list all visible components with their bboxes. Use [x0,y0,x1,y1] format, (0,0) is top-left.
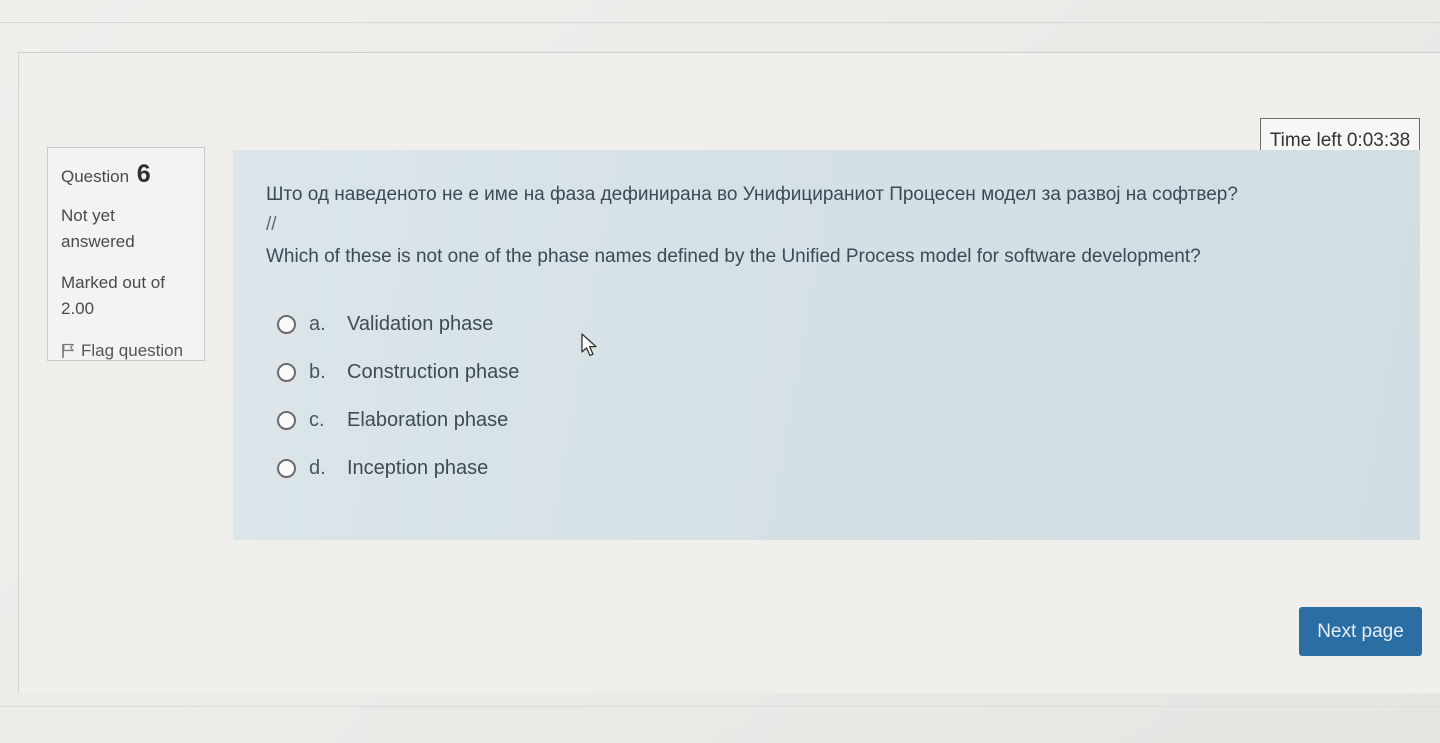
answer-option-b[interactable]: b. Construction phase [266,348,1420,396]
flag-question-button[interactable]: Flag question [61,341,191,361]
question-state: Not yet answered [61,206,135,251]
timer-value: 0:03:38 [1346,130,1411,151]
answer-text: Construction phase [347,360,520,383]
answer-options: a. Validation phase b. Construction phas… [266,300,1420,492]
radio-button[interactable] [277,362,296,382]
question-number: 6 [136,160,151,188]
flag-question-label: Flag question [81,341,184,360]
question-grade: Marked out of 2.00 [61,270,191,322]
question-text: Што од наведеното не е име на фаза дефин… [266,184,1420,268]
bottom-divider [0,706,1440,707]
radio-button[interactable] [277,458,296,478]
top-divider [0,22,1440,23]
question-content: Што од наведеното не е име на фаза дефин… [233,150,1420,540]
next-page-button[interactable]: Next page [1299,607,1422,656]
answer-letter: b. [309,360,326,383]
answer-option-c[interactable]: c. Elaboration phase [266,396,1420,444]
answer-letter: a. [309,312,326,335]
question-info-panel: Question 6 Not yet answered Marked out o… [47,147,205,361]
radio-button[interactable] [277,410,296,430]
answer-letter: c. [309,408,325,431]
answer-option-a[interactable]: a. Validation phase [266,300,1420,348]
question-text-macedonian: Што од наведеното не е име на фаза дефин… [266,184,1238,205]
answer-text: Validation phase [347,312,494,335]
answer-text: Inception phase [347,456,489,479]
flag-icon [62,343,75,358]
grade-label: Marked out of [61,273,165,292]
grade-value: 2.00 [61,299,95,318]
question-text-separator: // [266,214,277,235]
question-label: Question [61,167,130,186]
answer-option-d[interactable]: d. Inception phase [266,444,1420,492]
mouse-pointer-icon [581,333,597,357]
answer-letter: d. [309,456,326,479]
radio-button[interactable] [277,314,296,334]
question-number-line: Question 6 [61,160,191,189]
timer-label: Time left [1269,130,1342,151]
question-text-english: Which of these is not one of the phase n… [266,246,1201,267]
answer-text: Elaboration phase [347,408,509,431]
